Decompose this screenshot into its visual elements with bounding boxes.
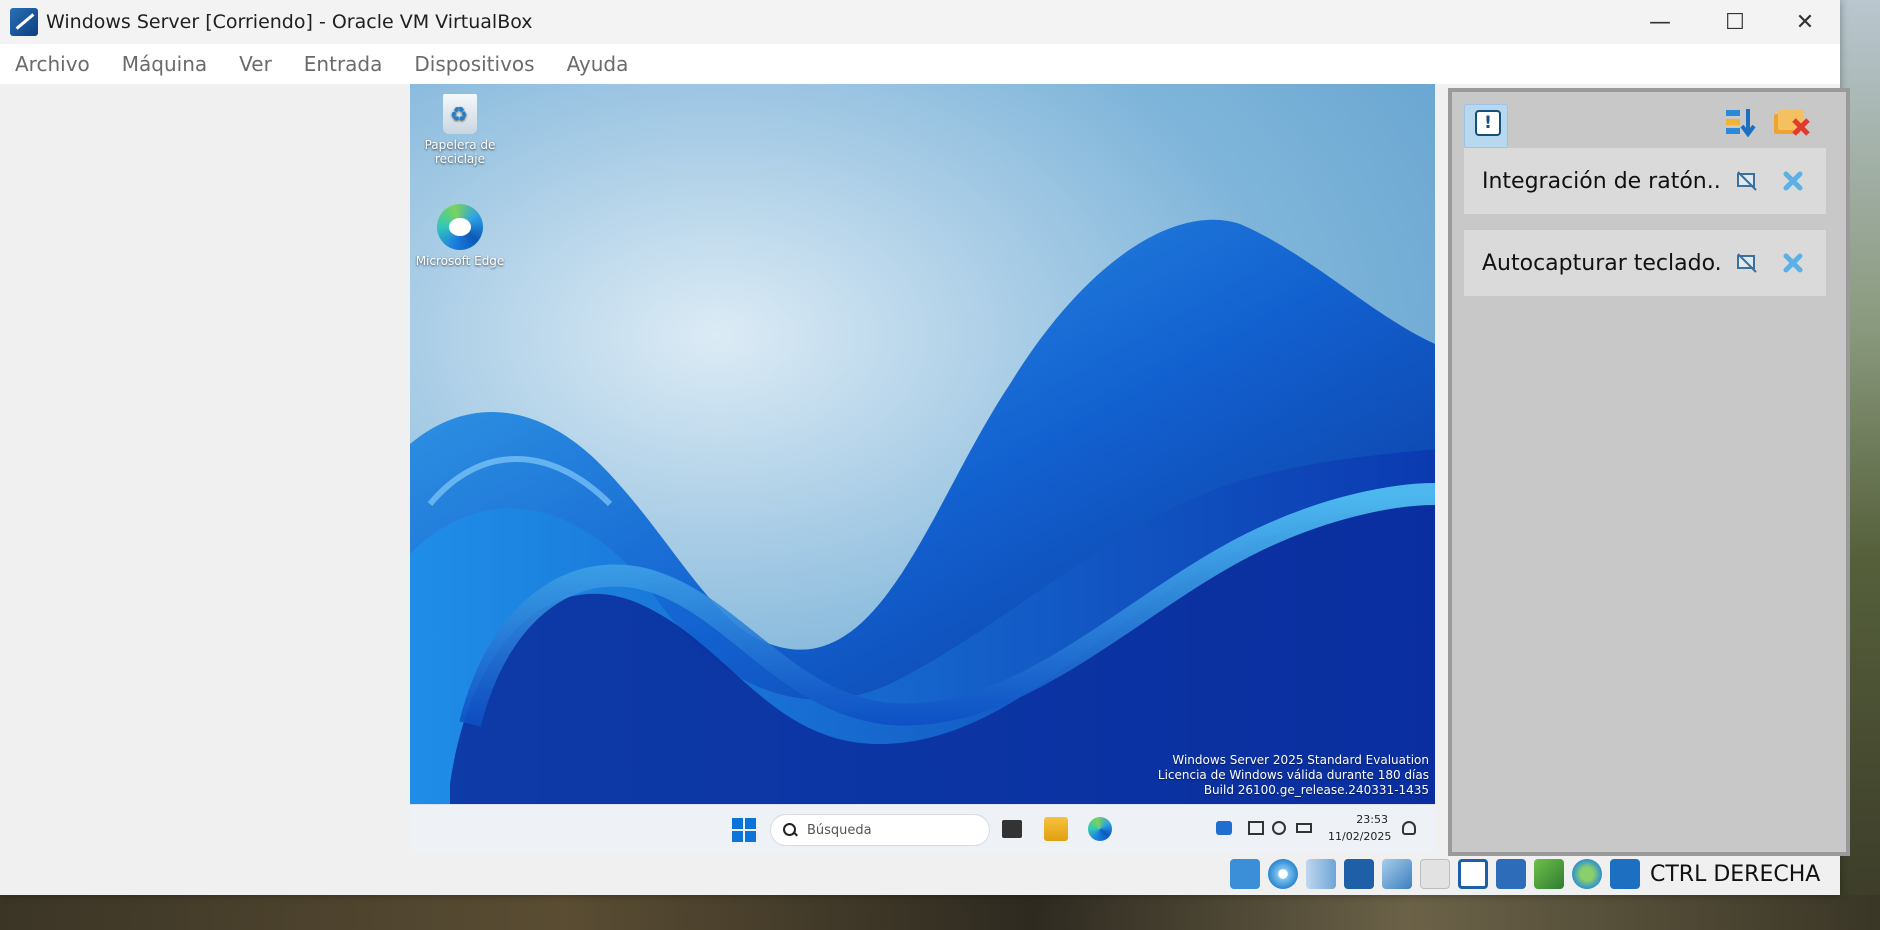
- shared-folders-status-icon[interactable]: [1420, 859, 1450, 889]
- network-status-icon[interactable]: [1344, 859, 1374, 889]
- evaluation-watermark: Windows Server 2025 Standard Evaluation …: [1158, 753, 1429, 798]
- desktop-icon-recycle-bin[interactable]: Papelera de reciclaje: [410, 94, 510, 166]
- minimize-button[interactable]: —: [1625, 0, 1695, 44]
- watermark-line: Licencia de Windows válida durante 180 d…: [1157, 768, 1429, 782]
- maximize-button[interactable]: ☐: [1700, 0, 1770, 44]
- taskbar-clock[interactable]: 23:53 11/02/2025: [1328, 811, 1392, 845]
- search-placeholder: Búsqueda: [807, 822, 872, 838]
- clock-time: 23:53: [1356, 813, 1388, 826]
- watermark-line: Windows Server 2025 Standard Evaluation: [1172, 753, 1429, 767]
- volume-tray-icon[interactable]: [1272, 821, 1286, 835]
- clock-date: 11/02/2025: [1328, 830, 1392, 843]
- start-tile: [745, 831, 756, 842]
- desktop-icon-edge[interactable]: Microsoft Edge: [410, 204, 510, 268]
- usb-status-icon[interactable]: [1382, 859, 1412, 889]
- menu-maquina[interactable]: Máquina: [106, 52, 223, 76]
- edge-icon: [437, 204, 483, 250]
- start-tile: [732, 818, 743, 829]
- menu-archivo[interactable]: Archivo: [0, 52, 106, 76]
- wallpaper-bloom: [410, 219, 1435, 804]
- start-tile: [745, 818, 756, 829]
- notification-label: Autocapturar teclado...: [1482, 250, 1722, 276]
- network-tray-icon[interactable]: [1216, 821, 1232, 835]
- notification-card-mouse-integration[interactable]: Integración de ratón...: [1464, 148, 1826, 214]
- notification-label: Integración de ratón...: [1482, 168, 1722, 194]
- notification-card-keyboard-autocapture[interactable]: Autocapturar teclado...: [1464, 230, 1826, 296]
- mouse-capture-status-icon[interactable]: [1610, 859, 1640, 889]
- vm-status-bar: CTRL DERECHA: [1230, 852, 1840, 896]
- host-key-label: CTRL DERECHA: [1650, 861, 1821, 887]
- guest-taskbar: Búsqueda 23:53 11/02/2025: [410, 804, 1435, 853]
- virtualbox-app-icon: [10, 8, 38, 36]
- desktop-icon-label: Papelera de reciclaje: [424, 138, 496, 166]
- title-bar: Windows Server [Corriendo] - Oracle VM V…: [0, 0, 1840, 44]
- menu-entrada[interactable]: Entrada: [288, 52, 399, 76]
- edge-taskbar-icon[interactable]: [1088, 817, 1112, 841]
- start-tile: [732, 831, 743, 842]
- display-status-icon[interactable]: [1458, 859, 1488, 889]
- window-title: Windows Server [Corriendo] - Oracle VM V…: [46, 11, 533, 33]
- menu-dispositivos[interactable]: Dispositivos: [398, 52, 550, 76]
- search-icon: [783, 823, 797, 837]
- menu-ver[interactable]: Ver: [223, 52, 288, 76]
- display-tray-icon[interactable]: [1248, 821, 1264, 835]
- desktop-icon-label: Microsoft Edge: [415, 254, 505, 268]
- optical-drive-status-icon[interactable]: [1268, 859, 1298, 889]
- task-view-icon[interactable]: [1002, 820, 1022, 838]
- cpu-status-icon[interactable]: [1534, 859, 1564, 889]
- recycle-bin-icon: [443, 94, 477, 134]
- host-wallpaper-bottom: [0, 895, 1880, 930]
- notification-center-button[interactable]: [1464, 104, 1508, 148]
- audio-status-icon[interactable]: [1306, 859, 1336, 889]
- battery-tray-icon[interactable]: [1296, 823, 1312, 833]
- sort-notifications-icon[interactable]: [1724, 106, 1758, 140]
- watermark-line: Build 26100.ge_release.240331-1435: [1203, 783, 1429, 797]
- do-not-show-again-icon[interactable]: [1736, 252, 1758, 274]
- dismiss-all-icon[interactable]: [1772, 106, 1812, 140]
- hard-disk-status-icon[interactable]: [1230, 859, 1260, 889]
- close-notification-icon[interactable]: [1782, 252, 1804, 274]
- notification-center-panel: Integración de ratón... Autocapturar tec…: [1448, 88, 1850, 856]
- guest-additions-status-icon[interactable]: [1572, 859, 1602, 889]
- menu-ayuda[interactable]: Ayuda: [551, 52, 645, 76]
- menu-bar: Archivo Máquina Ver Entrada Dispositivos…: [0, 44, 1840, 84]
- close-notification-icon[interactable]: [1782, 170, 1804, 192]
- start-button[interactable]: [732, 818, 756, 842]
- close-button[interactable]: ✕: [1770, 0, 1840, 44]
- recording-status-icon[interactable]: [1496, 859, 1526, 889]
- guest-desktop[interactable]: Papelera de reciclaje Microsoft Edge Win…: [410, 84, 1435, 804]
- virtualbox-window: Windows Server [Corriendo] - Oracle VM V…: [0, 0, 1850, 896]
- file-explorer-icon[interactable]: [1044, 817, 1068, 841]
- notification-bell-icon[interactable]: [1402, 821, 1416, 835]
- do-not-show-again-icon[interactable]: [1736, 170, 1758, 192]
- taskbar-search-box[interactable]: Búsqueda: [770, 814, 990, 846]
